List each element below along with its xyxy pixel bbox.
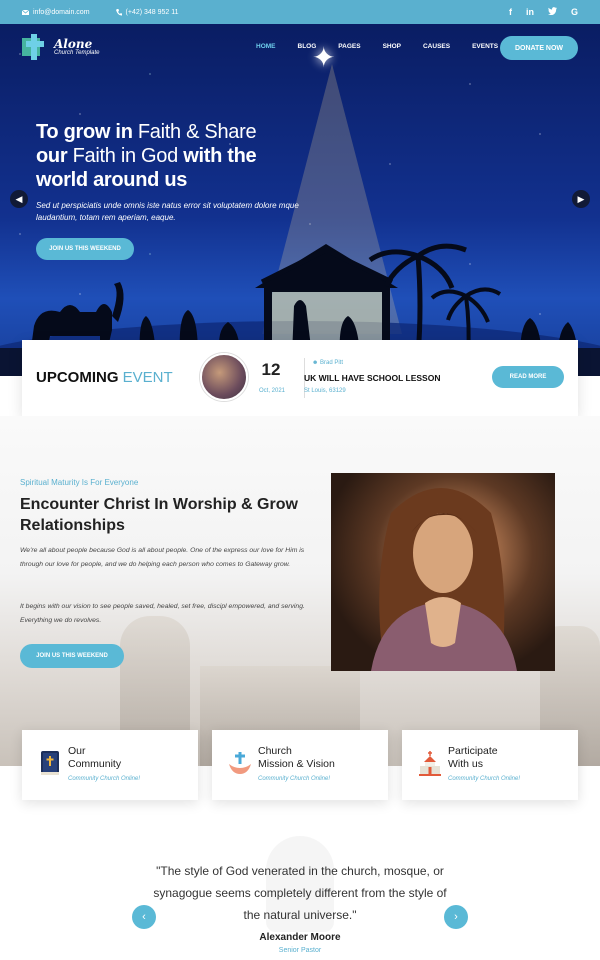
card-participate[interactable]: Participate With us Community Church Onli… — [402, 730, 578, 800]
user-icon: ☻ — [312, 360, 319, 366]
about-join-button[interactable]: JOIN US THIS WEEKEND — [20, 644, 124, 668]
email-contact[interactable]: info@domain.com — [22, 9, 90, 16]
testimonial-quote: "The style of God venerated in the churc… — [153, 864, 447, 922]
headline-part: Faith in God — [72, 145, 179, 167]
church-icon — [419, 751, 441, 776]
nav-blog[interactable]: BLOG — [298, 43, 317, 50]
logo-subtitle: Church Template — [54, 50, 100, 56]
card-mission-vision[interactable]: Church Mission & Vision Community Church … — [212, 730, 388, 800]
event-thumbnail[interactable] — [200, 353, 248, 401]
phone-contact[interactable]: (+42) 348 952 11 — [115, 8, 179, 16]
hero-prev-arrow-icon[interactable]: ◀ — [10, 190, 28, 208]
card-title: Participate With us — [448, 745, 498, 771]
label-light: EVENT — [122, 369, 173, 386]
hero-subtext: Sed ut perspiciatis unde omnis iste natu… — [36, 201, 299, 222]
top-bar: info@domain.com (+42) 348 952 11 f in G — [0, 0, 600, 24]
testimonial-name: Alexander Moore — [259, 932, 341, 943]
testimonial-role: Senior Pastor — [278, 947, 322, 954]
bible-icon — [41, 751, 59, 775]
headline-part: Faith & Share — [137, 121, 257, 143]
twitter-icon[interactable] — [547, 7, 557, 17]
nav-pages[interactable]: PAGES — [338, 43, 360, 50]
facebook-icon[interactable]: f — [509, 7, 512, 17]
phone-text: (+42) 348 952 11 — [125, 8, 179, 16]
about-eyebrow: Spiritual Maturity Is For Everyone — [20, 478, 139, 487]
linkedin-icon[interactable]: in — [526, 7, 534, 17]
headline-part: world around us — [36, 169, 188, 191]
about-paragraph-2: It begins with our vision to see people … — [20, 603, 305, 624]
hands-cross-icon — [229, 752, 251, 774]
headline-part: our — [36, 145, 68, 167]
card-title-line: Church — [258, 745, 292, 757]
event-author-name: Brad Pitt — [320, 360, 344, 366]
logo-title: Alone — [54, 37, 93, 51]
envelope-icon — [22, 9, 29, 15]
card-title-line: Our — [68, 745, 86, 757]
main-nav: HOME BLOG PAGES SHOP CAUSES EVENTS — [256, 43, 498, 50]
about-section: Spiritual Maturity Is For Everyone Encou… — [0, 416, 600, 766]
testimonial-next-arrow-icon[interactable]: › — [444, 905, 468, 929]
hero-banner: ✦ Alone Church Template HOME BLOG PAGES … — [0, 24, 600, 376]
card-title-line: Mission & Vision — [258, 758, 335, 770]
card-subtitle: Community Church Online! — [258, 776, 331, 782]
event-location: St Louis, 63129 — [304, 388, 346, 394]
card-subtitle: Community Church Online! — [448, 776, 521, 782]
about-heading: Encounter Christ In Worship & Grow Relat… — [20, 496, 298, 534]
card-subtitle: Community Church Online! — [68, 776, 141, 782]
site-logo[interactable]: Alone Church Template — [22, 34, 99, 60]
upcoming-event-bar: UPCOMING EVENT 12 Oct, 2021 ☻ Brad Pitt … — [22, 340, 578, 416]
headline-part: To grow in — [36, 121, 133, 143]
praying-woman-image — [331, 473, 555, 671]
card-our-community[interactable]: Our Community Community Church Online! — [22, 730, 198, 800]
card-title: Our Community — [68, 745, 121, 771]
upcoming-event-label: UPCOMING EVENT — [36, 369, 173, 386]
google-icon[interactable]: G — [571, 7, 578, 17]
event-author[interactable]: ☻ Brad Pitt — [312, 360, 343, 366]
hero-next-arrow-icon[interactable]: ▶ — [572, 190, 590, 208]
nav-shop[interactable]: SHOP — [383, 43, 401, 50]
testimonial-prev-arrow-icon[interactable]: ‹ — [132, 905, 156, 929]
nav-causes[interactable]: CAUSES — [423, 43, 450, 50]
card-title-line: Community — [68, 758, 122, 770]
event-month-year: Oct, 2021 — [258, 388, 285, 394]
feature-cards: Our Community Community Church Online! Ch… — [22, 730, 578, 800]
nav-home[interactable]: HOME — [256, 43, 276, 50]
label-bold: UPCOMING — [36, 369, 119, 386]
card-title-line: Participate — [448, 745, 498, 757]
donate-button[interactable]: DONATE NOW — [500, 36, 578, 60]
email-text: info@domain.com — [33, 8, 90, 16]
social-links: f in G — [509, 7, 578, 17]
hero-headline: To grow in Faith & Share our Faith in Go… — [36, 120, 306, 192]
about-paragraph-1: We're all about people because God is al… — [20, 547, 305, 568]
phone-icon — [115, 8, 122, 16]
event-day: 12 — [261, 360, 281, 379]
headline-part: with the — [183, 145, 257, 167]
logo-mark-icon — [22, 34, 48, 60]
card-title-line: With us — [448, 758, 484, 770]
read-more-button[interactable]: READ MORE — [492, 366, 564, 388]
nav-events[interactable]: EVENTS — [472, 43, 498, 50]
card-title: Church Mission & Vision — [258, 745, 335, 771]
event-title[interactable]: UK WILL HAVE SCHOOL LESSON — [304, 373, 440, 383]
